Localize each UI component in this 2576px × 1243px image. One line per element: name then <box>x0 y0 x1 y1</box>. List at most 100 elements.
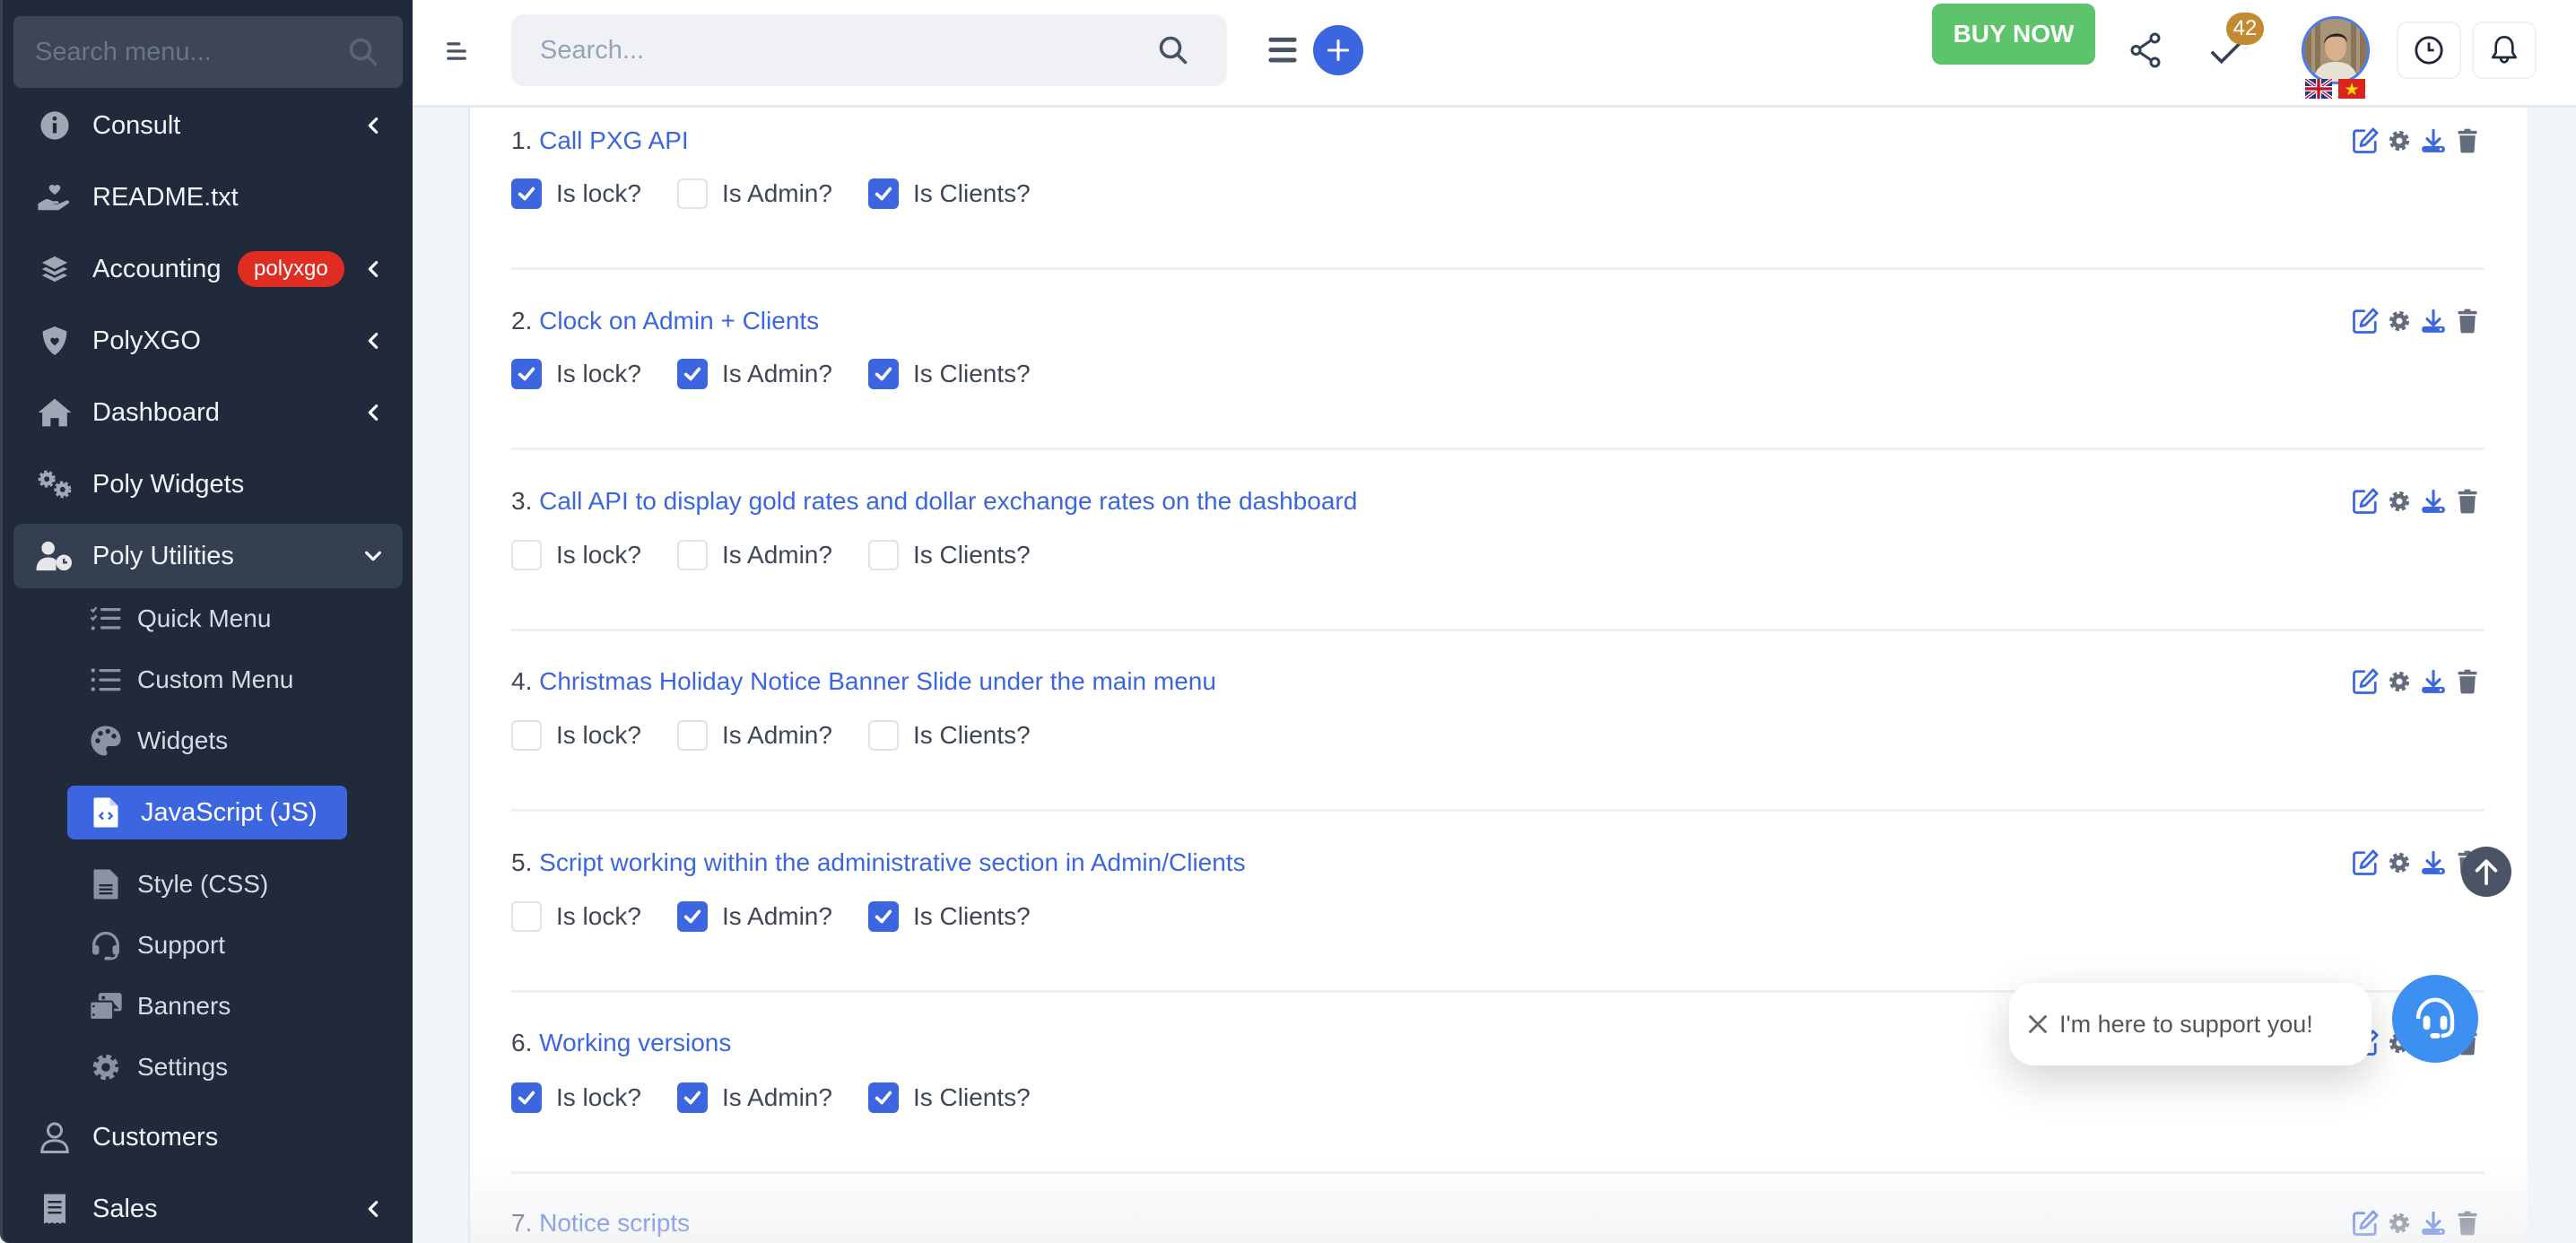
script-title-link[interactable]: Clock on Admin + Clients <box>539 307 819 335</box>
download-icon[interactable] <box>2420 308 2447 335</box>
hamburger-menu-icon[interactable] <box>1267 36 1298 65</box>
checkbox-admin[interactable]: Is Admin? <box>677 178 832 209</box>
checkbox-lock[interactable]: Is lock? <box>511 359 641 389</box>
history-button[interactable] <box>2397 22 2461 79</box>
checkbox-admin[interactable]: Is Admin? <box>677 540 832 570</box>
buy-now-button[interactable]: BUY NOW <box>1932 4 2095 65</box>
sidebar-search-input[interactable] <box>35 37 381 67</box>
sidebar-search[interactable] <box>13 16 403 88</box>
sidebar-item-dashboard[interactable]: Dashboard <box>13 380 403 445</box>
checkbox-box[interactable] <box>677 720 708 751</box>
checkbox-lock[interactable]: Is lock? <box>511 1082 641 1113</box>
checkbox-box[interactable] <box>511 178 542 209</box>
sidebar-subitem-support[interactable]: Support <box>67 918 345 972</box>
checkbox-lock[interactable]: Is lock? <box>511 901 641 932</box>
checkbox-admin[interactable]: Is Admin? <box>677 901 832 932</box>
script-title-link[interactable]: Call API to display gold rates and dolla… <box>539 487 1357 515</box>
checkbox-lock[interactable]: Is lock? <box>511 178 641 209</box>
edit-icon[interactable] <box>2352 1210 2379 1237</box>
gear-icon[interactable] <box>2386 668 2413 695</box>
gear-icon[interactable] <box>2386 849 2413 876</box>
script-title-link[interactable]: Notice scripts <box>539 1209 690 1237</box>
search-icon[interactable] <box>1157 34 1189 66</box>
script-title-link[interactable]: Working versions <box>539 1029 731 1056</box>
sidebar-subitem-javascript[interactable]: JavaScript (JS) <box>67 786 347 839</box>
checkbox-clients[interactable]: Is Clients? <box>868 540 1031 570</box>
checkbox-box[interactable] <box>677 540 708 570</box>
download-icon[interactable] <box>2420 849 2447 876</box>
global-search[interactable] <box>511 14 1227 86</box>
script-title-link[interactable]: Script working within the administrative… <box>539 848 1245 876</box>
checkbox-box[interactable] <box>868 359 899 389</box>
trash-icon[interactable] <box>2454 1210 2481 1237</box>
trash-icon[interactable] <box>2454 127 2481 154</box>
sidebar-subitem-quick-menu[interactable]: Quick Menu <box>67 592 345 646</box>
sidebar-subitem-widgets[interactable]: Widgets <box>67 714 345 768</box>
notifications-button[interactable] <box>2472 22 2537 79</box>
edit-icon[interactable] <box>2352 488 2379 515</box>
sidebar-item-sales[interactable]: Sales <box>13 1177 403 1241</box>
checkbox-clients[interactable]: Is Clients? <box>868 901 1031 932</box>
checkbox-admin[interactable]: Is Admin? <box>677 720 832 751</box>
checkbox-clients[interactable]: Is Clients? <box>868 178 1031 209</box>
sidebar-item-customers[interactable]: Customers <box>13 1105 403 1169</box>
search-icon[interactable] <box>347 36 379 68</box>
gear-icon[interactable] <box>2386 1210 2413 1237</box>
add-button[interactable] <box>1313 25 1363 75</box>
sidebar-item-poly-utilities[interactable]: Poly Utilities <box>13 524 403 588</box>
checkbox-admin[interactable]: Is Admin? <box>677 359 832 389</box>
download-icon[interactable] <box>2420 668 2447 695</box>
support-chat-button[interactable] <box>2392 975 2478 1063</box>
trash-icon[interactable] <box>2454 488 2481 515</box>
sidebar-item-accounting[interactable]: Accounting polyxgo <box>13 237 403 301</box>
download-icon[interactable] <box>2420 488 2447 515</box>
checkbox-box[interactable] <box>511 359 542 389</box>
checkbox-box[interactable] <box>511 720 542 751</box>
checkbox-clients[interactable]: Is Clients? <box>868 359 1031 389</box>
scroll-to-top-button[interactable] <box>2461 847 2511 897</box>
sidebar-subitem-banners[interactable]: Banners <box>67 979 345 1033</box>
edit-icon[interactable] <box>2352 668 2379 695</box>
checkbox-box[interactable] <box>868 1082 899 1113</box>
checkbox-lock[interactable]: Is lock? <box>511 720 641 751</box>
sidebar-toggle-icon[interactable] <box>445 39 468 63</box>
sidebar-subitem-custom-menu[interactable]: Custom Menu <box>67 653 345 707</box>
sidebar-item-readme[interactable]: README.txt <box>13 165 403 230</box>
sidebar-subitem-settings[interactable]: Settings <box>67 1040 345 1094</box>
checkbox-box[interactable] <box>677 178 708 209</box>
checkbox-box[interactable] <box>868 178 899 209</box>
gear-icon[interactable] <box>2386 488 2413 515</box>
checkbox-box[interactable] <box>868 720 899 751</box>
checkbox-clients[interactable]: Is Clients? <box>868 1082 1031 1113</box>
sidebar-item-polyxgo[interactable]: PolyXGO <box>13 309 403 373</box>
user-avatar[interactable] <box>2302 16 2370 84</box>
checkbox-lock[interactable]: Is lock? <box>511 540 641 570</box>
edit-icon[interactable] <box>2352 127 2379 154</box>
download-icon[interactable] <box>2420 127 2447 154</box>
checkbox-box[interactable] <box>677 901 708 932</box>
checkbox-box[interactable] <box>511 540 542 570</box>
share-icon[interactable] <box>2129 32 2162 68</box>
script-title-link[interactable]: Christmas Holiday Notice Banner Slide un… <box>539 667 1216 695</box>
flag-uk-icon[interactable] <box>2305 79 2332 99</box>
trash-icon[interactable] <box>2454 308 2481 335</box>
gear-icon[interactable] <box>2386 127 2413 154</box>
edit-icon[interactable] <box>2352 308 2379 335</box>
checkbox-clients[interactable]: Is Clients? <box>868 720 1031 751</box>
checkbox-admin[interactable]: Is Admin? <box>677 1082 832 1113</box>
sidebar-item-consult[interactable]: Consult <box>13 93 403 158</box>
checkbox-box[interactable] <box>511 1082 542 1113</box>
checkbox-box[interactable] <box>868 540 899 570</box>
sidebar-subitem-style-css[interactable]: Style (CSS) <box>67 857 345 911</box>
flag-vn-icon[interactable] <box>2338 79 2365 99</box>
checkbox-box[interactable] <box>511 901 542 932</box>
gear-icon[interactable] <box>2386 308 2413 335</box>
sidebar-item-poly-widgets[interactable]: Poly Widgets <box>13 452 403 517</box>
download-icon[interactable] <box>2420 1210 2447 1237</box>
close-icon[interactable] <box>2025 1012 2050 1037</box>
script-title-link[interactable]: Call PXG API <box>539 126 689 154</box>
checkbox-box[interactable] <box>677 359 708 389</box>
edit-icon[interactable] <box>2352 849 2379 876</box>
checkbox-box[interactable] <box>868 901 899 932</box>
checkbox-box[interactable] <box>677 1082 708 1113</box>
